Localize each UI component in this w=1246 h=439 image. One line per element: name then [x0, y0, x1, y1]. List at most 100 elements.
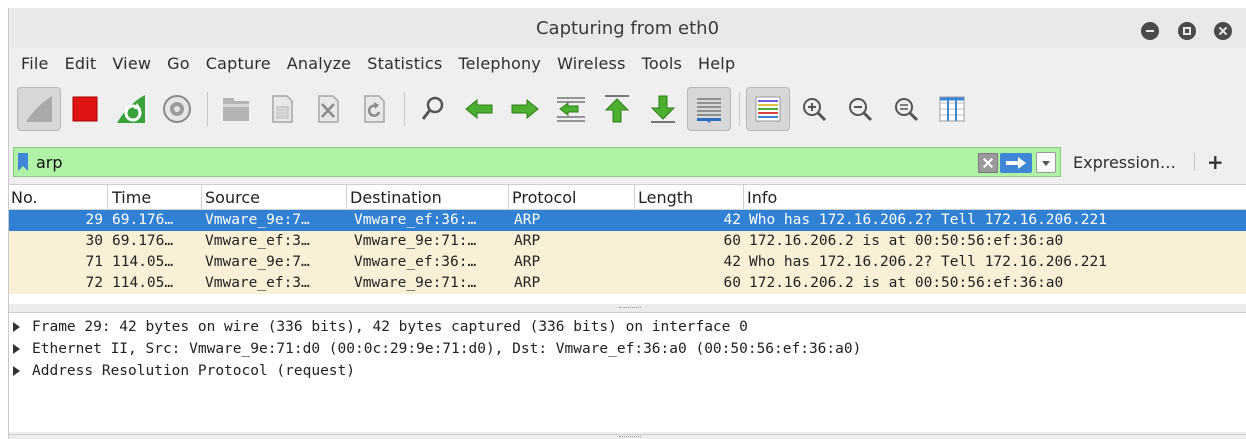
toolbar-separator [404, 92, 405, 126]
cell-source: Vmware_9e:7… [205, 254, 310, 270]
save-file-button[interactable] [260, 87, 304, 131]
filter-separator [1193, 153, 1195, 171]
menu-wireless[interactable]: Wireless [549, 54, 634, 73]
restart-capture-button[interactable] [109, 87, 153, 131]
table-row[interactable]: 72 114.05… Vmware_ef:3… Vmware_9e:71:… A… [9, 273, 1246, 294]
tree-item-arp[interactable]: Address Resolution Protocol (request) [9, 360, 1246, 382]
table-row[interactable]: 71 114.05… Vmware_9e:7… Vmware_ef:36:… A… [9, 252, 1246, 273]
menu-analyze[interactable]: Analyze [279, 54, 359, 73]
column-header-no[interactable]: No. [11, 188, 38, 207]
stop-capture-button[interactable] [63, 87, 107, 131]
maximize-icon[interactable] [1178, 22, 1196, 40]
cell-source: Vmware_ef:3… [205, 275, 310, 291]
capture-options-gear-icon [163, 95, 191, 123]
save-file-icon [272, 95, 293, 123]
column-separator[interactable] [508, 185, 509, 210]
cell-protocol: ARP [514, 254, 541, 270]
column-header-info[interactable]: Info [747, 188, 777, 207]
menu-go[interactable]: Go [159, 54, 198, 73]
chevron-down-icon[interactable] [1036, 152, 1056, 173]
cell-protocol: ARP [514, 212, 541, 228]
cell-no: 30 [85, 233, 103, 249]
menu-view[interactable]: View [104, 54, 159, 73]
column-separator[interactable] [201, 185, 202, 210]
expand-arrow-icon[interactable] [13, 366, 20, 376]
autoscroll-button[interactable] [687, 87, 731, 131]
table-row[interactable]: 29 69.176… Vmware_9e:7… Vmware_ef:36:… A… [9, 210, 1246, 231]
splitter-grip[interactable] [619, 307, 641, 309]
close-file-button[interactable] [306, 87, 350, 131]
column-separator[interactable] [107, 185, 108, 210]
close-file-icon [318, 95, 339, 123]
find-packet-button[interactable] [411, 87, 455, 131]
menu-edit[interactable]: Edit [57, 54, 105, 73]
normal-size-button[interactable] [884, 87, 928, 131]
reload-file-button[interactable] [352, 87, 396, 131]
column-separator[interactable] [346, 185, 347, 210]
colorize-button[interactable] [746, 87, 790, 131]
title-bar[interactable]: Capturing from eth0 [9, 8, 1246, 48]
go-back-button[interactable] [457, 87, 501, 131]
pane-splitter[interactable] [9, 304, 1246, 312]
first-packet-button[interactable] [595, 87, 639, 131]
tree-item-label: Frame 29: 42 bytes on wire (336 bits), 4… [32, 319, 748, 335]
last-packet-button[interactable] [641, 87, 685, 131]
table-row[interactable]: 30 69.176… Vmware_ef:3… Vmware_9e:71:… A… [9, 231, 1246, 252]
close-window-icon[interactable] [1214, 22, 1232, 40]
menu-help[interactable]: Help [690, 54, 743, 73]
zoom-out-icon [849, 98, 873, 122]
apply-filter-icon[interactable] [1000, 153, 1032, 173]
open-file-button[interactable] [214, 87, 258, 131]
resize-columns-button[interactable] [930, 87, 974, 131]
expand-arrow-icon[interactable] [13, 322, 20, 332]
cell-length: 60 [723, 233, 741, 249]
zoom-in-button[interactable] [792, 87, 836, 131]
pane-splitter-bottom[interactable] [9, 434, 1246, 439]
column-header-destination[interactable]: Destination [350, 188, 442, 207]
clear-filter-icon[interactable] [978, 153, 998, 173]
column-header-protocol[interactable]: Protocol [512, 188, 576, 207]
cell-no: 72 [85, 275, 103, 291]
shark-fin-icon [26, 96, 52, 122]
cell-info: Who has 172.16.206.2? Tell 172.16.206.22… [749, 254, 1107, 270]
display-filter-input[interactable]: arp [13, 147, 1061, 177]
cell-protocol: ARP [514, 275, 541, 291]
stop-square-icon [72, 96, 98, 122]
column-separator[interactable] [634, 185, 635, 210]
packet-list-header: No. Time Source Destination Protocol Len… [9, 184, 1246, 210]
tree-item-label: Ethernet II, Src: Vmware_9e:71:d0 (00:0c… [32, 341, 862, 357]
menu-file[interactable]: File [13, 54, 57, 73]
filter-text[interactable]: arp [36, 153, 63, 172]
cell-time: 114.05… [112, 275, 174, 291]
column-separator[interactable] [743, 185, 744, 210]
window-title: Capturing from eth0 [535, 18, 720, 39]
column-header-length[interactable]: Length [638, 188, 693, 207]
menu-statistics[interactable]: Statistics [359, 54, 450, 73]
cell-destination: Vmware_ef:36:… [354, 254, 477, 270]
toolbar-separator [207, 92, 208, 126]
minimize-icon[interactable] [1141, 22, 1159, 40]
column-header-source[interactable]: Source [205, 188, 260, 207]
tree-item-ethernet[interactable]: Ethernet II, Src: Vmware_9e:71:d0 (00:0c… [9, 338, 1246, 360]
bookmark-icon[interactable] [18, 153, 28, 171]
go-forward-button[interactable] [503, 87, 547, 131]
add-filter-button[interactable]: + [1207, 150, 1224, 174]
menu-capture[interactable]: Capture [198, 54, 279, 73]
cell-no: 71 [85, 254, 103, 270]
menu-telephony[interactable]: Telephony [450, 54, 549, 73]
cell-length: 42 [723, 254, 741, 270]
zoom-out-button[interactable] [838, 87, 882, 131]
expand-arrow-icon[interactable] [13, 344, 20, 354]
go-to-packet-button[interactable] [549, 87, 593, 131]
splitter-grip[interactable] [619, 436, 641, 437]
expression-button[interactable]: Expression… [1073, 153, 1176, 172]
cell-no: 29 [85, 212, 103, 228]
cell-time: 69.176… [112, 212, 174, 228]
menu-tools[interactable]: Tools [634, 54, 690, 73]
tree-item-frame[interactable]: Frame 29: 42 bytes on wire (336 bits), 4… [9, 316, 1246, 338]
zoom-in-icon [803, 98, 827, 122]
capture-options-button[interactable] [155, 87, 199, 131]
start-capture-button[interactable] [17, 87, 61, 131]
column-header-time[interactable]: Time [112, 188, 151, 207]
cell-length: 60 [723, 275, 741, 291]
